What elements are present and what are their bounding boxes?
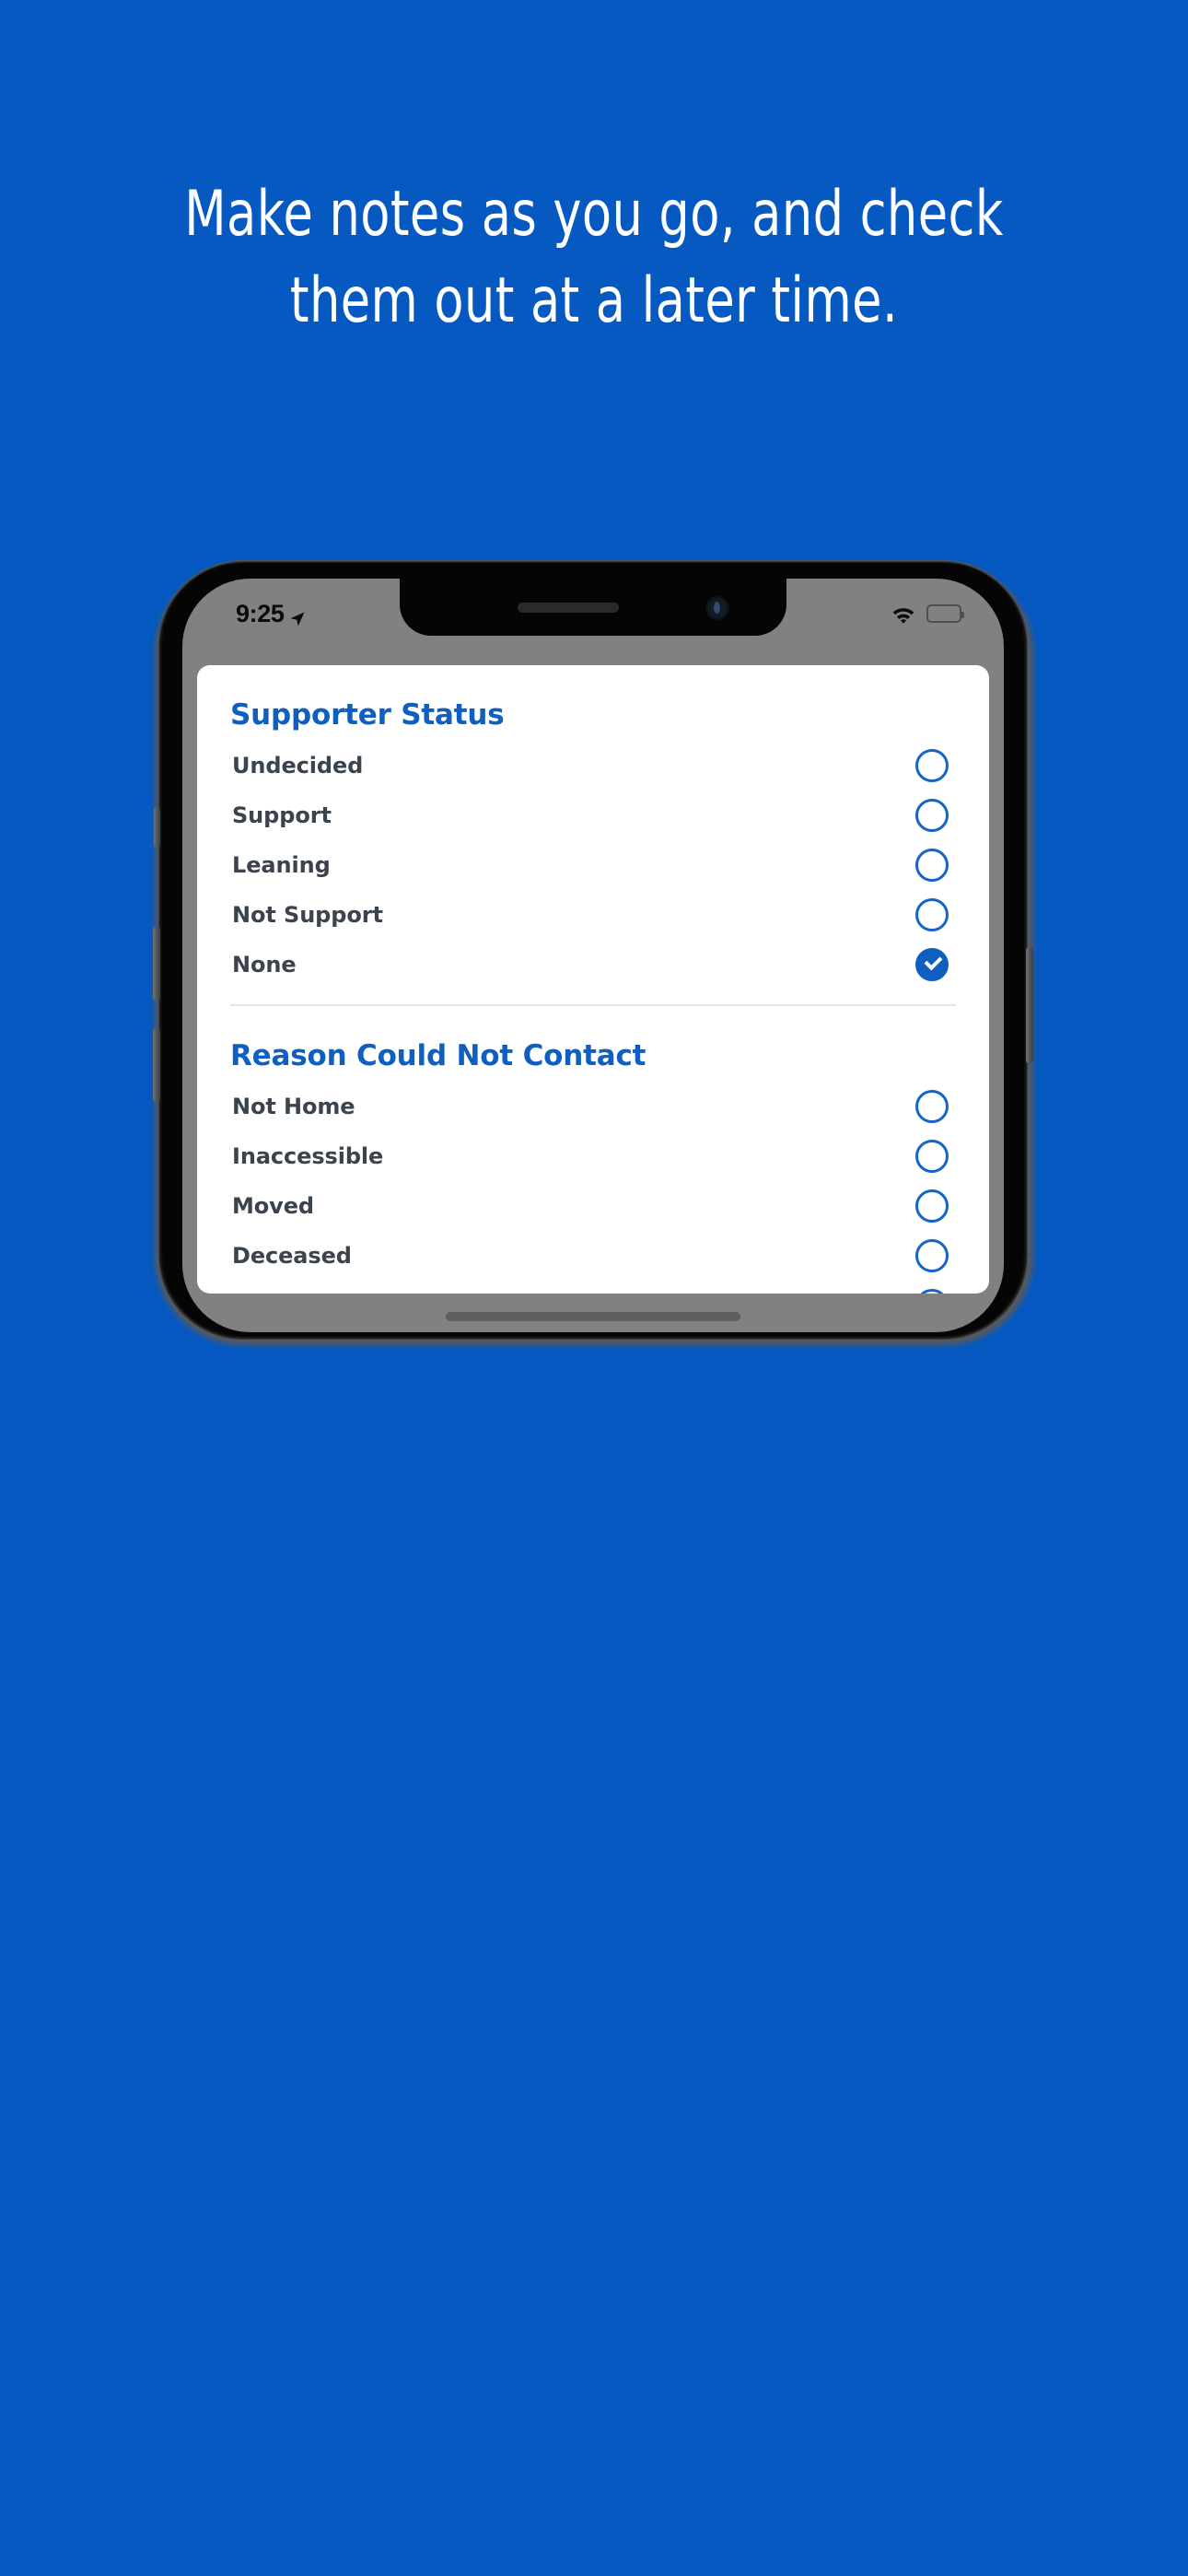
- option-row-undecided[interactable]: Undecided: [230, 741, 956, 790]
- clock-label: 9:25: [236, 599, 285, 627]
- supporter-status-options: Undecided Support Leaning Not Support No…: [230, 741, 956, 989]
- option-row-moved[interactable]: Moved: [230, 1181, 956, 1231]
- radio-moved[interactable]: [915, 1189, 949, 1223]
- volume-down-button[interactable]: [153, 1028, 160, 1102]
- radio-leaning[interactable]: [915, 849, 949, 882]
- promo-headline: Make notes as you go, and check them out…: [184, 178, 1004, 337]
- radio-inaccessible[interactable]: [915, 1140, 949, 1173]
- option-label: Inaccessible: [232, 1143, 384, 1169]
- option-row-leaning[interactable]: Leaning: [230, 840, 956, 890]
- battery-icon: [926, 604, 964, 623]
- status-bar: 9:25: [182, 579, 1004, 636]
- option-row-not-home[interactable]: Not Home: [230, 1082, 956, 1131]
- radio-not-support[interactable]: [915, 898, 949, 931]
- option-label: Leaning: [232, 852, 331, 878]
- option-label: Not Support: [232, 902, 383, 928]
- option-label: Not Home: [232, 1094, 355, 1119]
- home-indicator[interactable]: [446, 1312, 740, 1321]
- section-title-supporter-status: Supporter Status: [230, 698, 505, 732]
- phone-screen: 9:25 Supporter Status Undecided Support …: [182, 579, 1004, 1332]
- form-card: Supporter Status Undecided Support Leani…: [197, 665, 989, 1294]
- phone-mockup: 9:25 Supporter Status Undecided Support …: [147, 555, 1041, 1347]
- option-row-inaccessible[interactable]: Inaccessible: [230, 1131, 956, 1181]
- reason-could-not-contact-options: Not Home Inaccessible Moved Deceased: [230, 1082, 956, 1294]
- radio-deceased[interactable]: [915, 1239, 949, 1272]
- wifi-icon: [891, 604, 916, 624]
- volume-up-button[interactable]: [153, 927, 160, 1001]
- section-divider-1: [230, 1004, 956, 1006]
- section-title-reason-could-not-contact: Reason Could Not Contact: [230, 1039, 646, 1072]
- location-arrow-icon: [289, 605, 306, 626]
- option-row-vacant[interactable]: Vacant: [230, 1281, 956, 1294]
- option-row-support[interactable]: Support: [230, 790, 956, 840]
- option-label: Support: [232, 802, 332, 828]
- option-label: Undecided: [232, 753, 364, 779]
- power-button[interactable]: [1026, 947, 1033, 1063]
- status-bar-right: [891, 604, 964, 624]
- option-row-deceased[interactable]: Deceased: [230, 1231, 956, 1281]
- radio-vacant[interactable]: [915, 1289, 949, 1294]
- status-bar-left: 9:25: [236, 600, 306, 628]
- phone-body: 9:25 Supporter Status Undecided Support …: [153, 560, 1033, 1340]
- radio-none-supporter[interactable]: [915, 948, 949, 981]
- option-label: Moved: [232, 1193, 314, 1219]
- radio-undecided[interactable]: [915, 749, 949, 782]
- option-row-none-supporter[interactable]: None: [230, 940, 956, 989]
- radio-support[interactable]: [915, 799, 949, 832]
- radio-not-home[interactable]: [915, 1090, 949, 1123]
- mute-switch-button[interactable]: [154, 807, 160, 848]
- option-label: Deceased: [232, 1243, 352, 1269]
- option-label: None: [232, 952, 297, 978]
- option-label: Vacant: [232, 1293, 317, 1294]
- option-row-not-support[interactable]: Not Support: [230, 890, 956, 940]
